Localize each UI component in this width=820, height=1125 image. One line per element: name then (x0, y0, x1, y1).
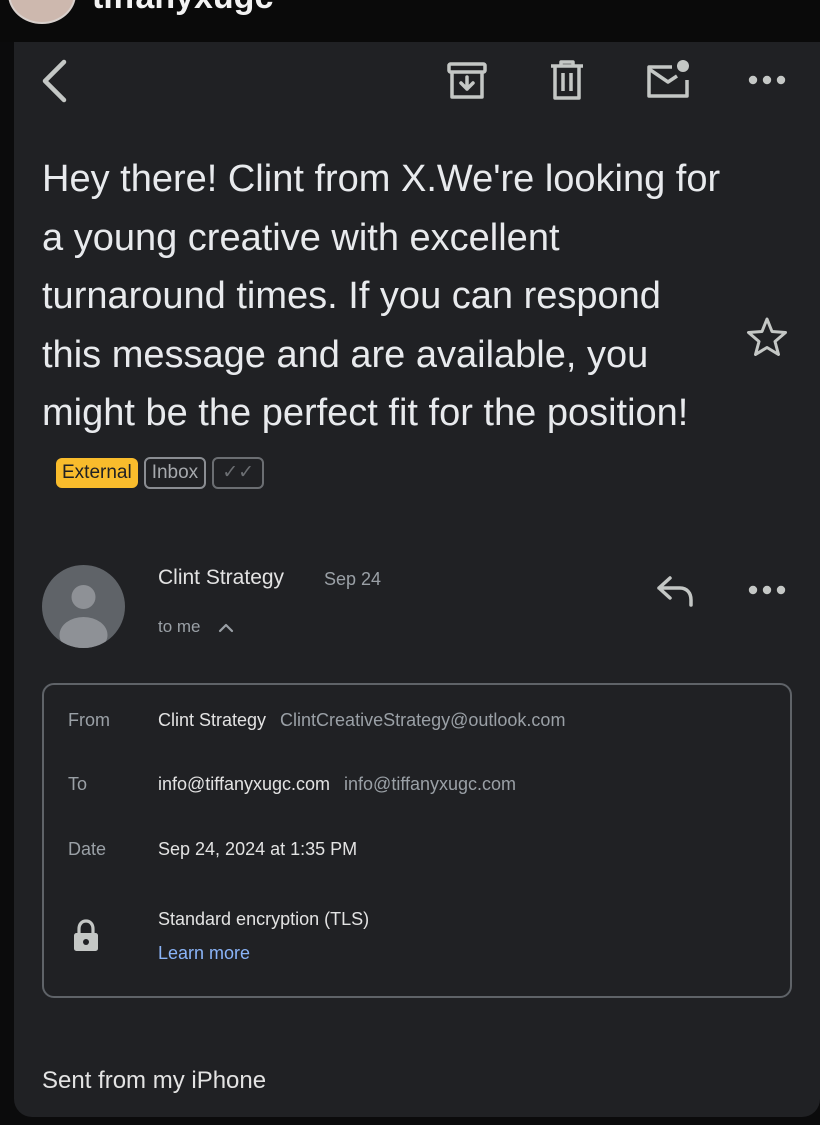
mark-unread-icon[interactable] (644, 58, 692, 102)
reply-icon[interactable] (656, 574, 696, 608)
chevron-up-icon[interactable] (218, 620, 234, 641)
email-body: Sent from my iPhone (42, 1067, 267, 1094)
encryption-text: Standard encryption (TLS) (158, 909, 370, 929)
delete-icon[interactable] (548, 58, 586, 102)
star-icon[interactable] (746, 316, 788, 356)
subject-text: Hey there! Clint from X.We're looking fo… (42, 158, 721, 434)
to-email[interactable]: info@tiffanyxugc.com (344, 774, 516, 794)
external-badge: External (56, 457, 138, 488)
profile-username: tiffanyxugc (92, 0, 273, 17)
sender-date: Sep 24 (324, 569, 382, 589)
recipient-summary[interactable]: to me (158, 617, 201, 637)
to-name: info@tiffanyxugc.com (158, 774, 331, 794)
profile-avatar[interactable] (8, 0, 76, 24)
from-name: Clint Strategy (158, 710, 267, 730)
message-more-icon[interactable] (748, 584, 786, 596)
lock-icon (72, 919, 100, 953)
from-email[interactable]: ClintCreativeStrategy@outlook.com (280, 710, 565, 730)
archive-icon[interactable] (446, 60, 488, 102)
message-details: From Clint Strategy ClintCreativeStrategy… (42, 683, 792, 998)
more-icon[interactable] (748, 74, 786, 86)
sender-avatar[interactable] (42, 565, 125, 648)
back-icon[interactable] (38, 58, 70, 104)
learn-more-link[interactable]: Learn more (158, 943, 250, 964)
inbox-label[interactable]: Inbox (143, 456, 207, 489)
from-value: Clint Strategy ClintCreativeStrategy@outl… (158, 710, 565, 731)
top-bar: tiffanyxugc (0, 0, 820, 42)
from-label: From (68, 710, 110, 730)
date-value: Sep 24, 2024 at 1:35 PM (158, 839, 358, 859)
to-label: To (68, 774, 88, 794)
importance-marker[interactable]: ✓✓ (212, 456, 265, 489)
date-label: Date (68, 839, 107, 859)
sender-name: Clint Strategy (158, 566, 285, 589)
to-value: info@tiffanyxugc.com info@tiffanyxugc.com (158, 774, 516, 795)
email-subject: Hey there! Clint from X.We're looking fo… (42, 150, 722, 501)
